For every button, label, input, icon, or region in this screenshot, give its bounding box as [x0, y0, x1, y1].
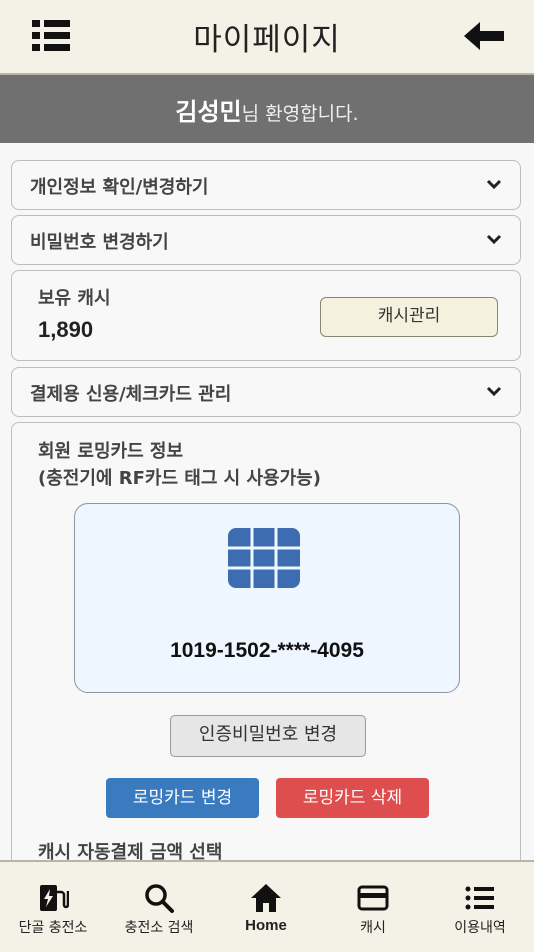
charger-icon [40, 885, 69, 911]
password-change-accordion[interactable]: 비밀번호 변경하기 [11, 215, 521, 265]
nav-usage-history[interactable]: 이용내역 [427, 862, 533, 950]
mypage-content[interactable]: 개인정보 확인/변경하기 비밀번호 변경하기 보유 캐시 1,890 캐시관리 … [0, 143, 534, 860]
list-icon [465, 886, 494, 910]
user-name: 김성민 [175, 98, 242, 126]
chevron-down-icon [486, 179, 502, 190]
credit-card-icon [357, 885, 389, 911]
chevron-down-icon [486, 386, 502, 397]
roaming-card: 1019-1502-****-4095 [74, 503, 460, 693]
cash-balance: 1,890 [38, 317, 94, 342]
cash-panel: 보유 캐시 1,890 캐시관리 [11, 270, 521, 361]
nav-favorite-chargers[interactable]: 단골 충전소 [0, 862, 106, 950]
top-app-bar: 마이페이지 [0, 0, 534, 75]
card-chip-icon [228, 528, 300, 588]
nav-label: 캐시 [360, 920, 386, 936]
payment-card-accordion[interactable]: 결제용 신용/체크카드 관리 [11, 367, 521, 417]
nav-home[interactable]: Home [213, 862, 319, 950]
bottom-navigation: 단골 충전소 충전소 검색 Home 캐시 이용내역 [0, 860, 534, 952]
delete-roaming-card-button[interactable]: 로밍카드 삭제 [276, 778, 429, 818]
welcome-message: 님 환영합니다. [241, 103, 359, 125]
auto-pay-title: 캐시 자동결제 금액 선택 [38, 842, 223, 860]
change-pin-button[interactable]: 인증비밀번호 변경 [170, 715, 366, 757]
nav-cash[interactable]: 캐시 [320, 862, 426, 950]
home-icon [251, 884, 281, 912]
search-icon [145, 884, 174, 913]
nav-label: 충전소 검색 [124, 920, 194, 936]
roaming-card-number: 1019-1502-****-4095 [170, 639, 364, 662]
cash-label: 보유 캐시 [38, 288, 111, 309]
password-change-title: 비밀번호 변경하기 [30, 232, 169, 253]
welcome-banner: 김성민님 환영합니다. [0, 75, 534, 143]
personal-info-title: 개인정보 확인/변경하기 [30, 177, 209, 198]
nav-label: 단골 충전소 [18, 920, 88, 936]
chevron-down-icon [486, 234, 502, 245]
cash-manage-button[interactable]: 캐시관리 [320, 297, 498, 337]
personal-info-accordion[interactable]: 개인정보 확인/변경하기 [11, 160, 521, 210]
arrow-left-icon[interactable] [462, 18, 506, 54]
page-title: 마이페이지 [193, 22, 341, 58]
roaming-card-panel: 회원 로밍카드 정보 (충전기에 RF카드 태그 시 사용가능) 1019-15… [11, 422, 521, 860]
change-roaming-card-button[interactable]: 로밍카드 변경 [106, 778, 259, 818]
nav-label: 이용내역 [454, 920, 506, 936]
payment-card-title: 결제용 신용/체크카드 관리 [30, 384, 232, 405]
nav-label: Home [245, 917, 287, 934]
nav-charger-search[interactable]: 충전소 검색 [106, 862, 212, 950]
roaming-card-title: 회원 로밍카드 정보 [38, 441, 184, 462]
roaming-card-subtitle: (충전기에 RF카드 태그 시 사용가능) [38, 468, 321, 489]
